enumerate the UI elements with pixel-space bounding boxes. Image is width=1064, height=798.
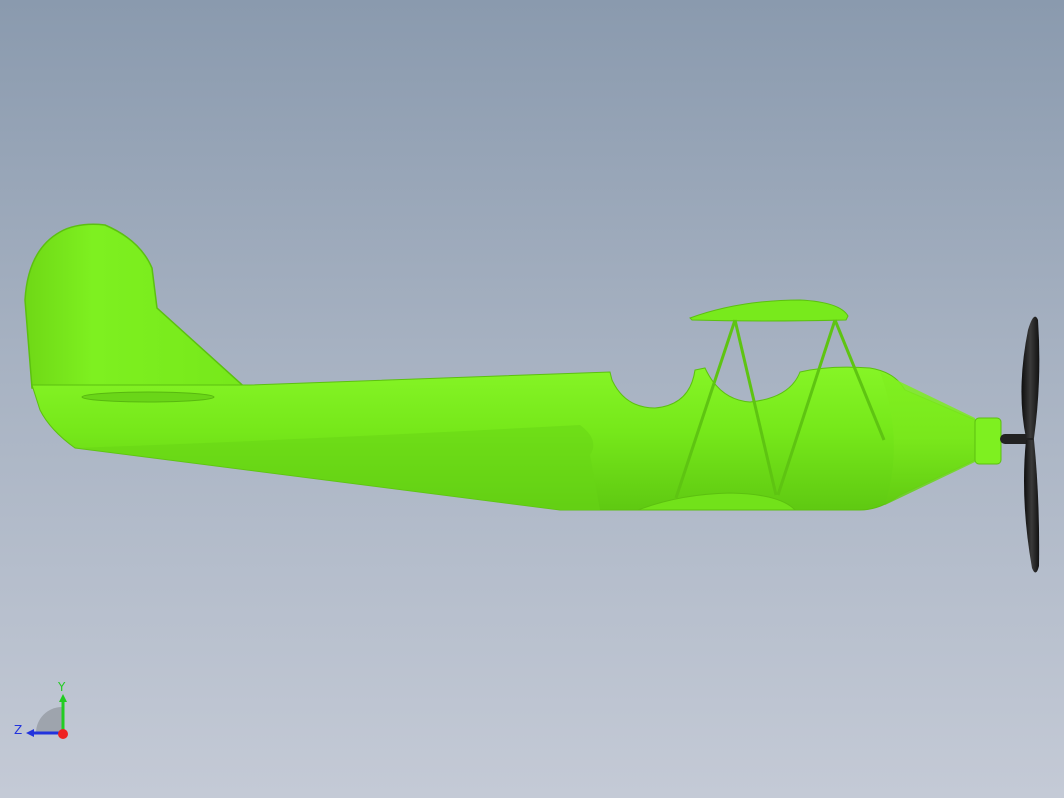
propeller-blade-upper	[1021, 316, 1040, 438]
z-axis-arrow-icon	[26, 729, 34, 737]
x-axis-icon	[58, 729, 68, 739]
nose-cowling	[880, 372, 975, 505]
y-axis-arrow-icon	[59, 694, 67, 702]
spinner-hub	[974, 417, 1002, 465]
y-axis-label: Y	[57, 680, 66, 694]
graphics-viewport[interactable]: Y Z	[0, 0, 1064, 798]
z-axis-label: Z	[14, 723, 22, 737]
propeller-blade-lower	[1024, 440, 1040, 573]
tail-fin	[24, 223, 252, 393]
view-orientation-triad[interactable]: Y Z	[10, 678, 80, 748]
horizontal-stabilizer	[81, 391, 215, 403]
triad-arc-icon	[36, 707, 62, 733]
biplane-model[interactable]	[0, 0, 1064, 798]
upper-wing	[689, 299, 849, 322]
